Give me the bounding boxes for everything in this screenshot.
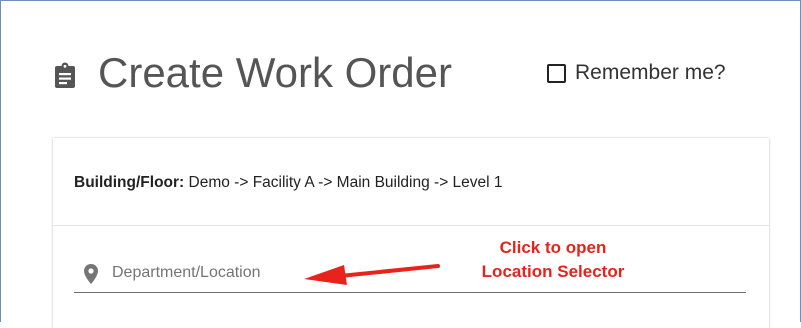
callout-annotation: Click to open Location Selector bbox=[453, 236, 653, 284]
checkbox-box[interactable] bbox=[547, 63, 566, 83]
remember-me-checkbox[interactable]: Remember me? bbox=[547, 60, 726, 86]
red-arrow-annotation bbox=[304, 264, 440, 285]
building-floor-value: Demo -> Facility A -> Main Building -> L… bbox=[188, 174, 503, 191]
department-location-placeholder: Department/Location bbox=[112, 264, 261, 281]
remember-me-label: Remember me? bbox=[575, 61, 726, 84]
clipboard-icon bbox=[55, 62, 75, 88]
map-pin-icon bbox=[84, 264, 98, 284]
page-title: Create Work Order bbox=[98, 49, 452, 96]
building-floor-label: Building/Floor: bbox=[74, 174, 185, 191]
callout-line-2: Location Selector bbox=[481, 262, 625, 281]
building-floor-text: Building/Floor: Demo -> Facility A -> Ma… bbox=[74, 174, 503, 192]
building-floor-row: Building/Floor: Demo -> Facility A -> Ma… bbox=[53, 138, 769, 226]
callout-line-1: Click to open bbox=[499, 238, 607, 257]
page-header: Create Work Order Remember me? bbox=[54, 44, 774, 104]
work-order-card: Building/Floor: Demo -> Facility A -> Ma… bbox=[53, 138, 769, 328]
